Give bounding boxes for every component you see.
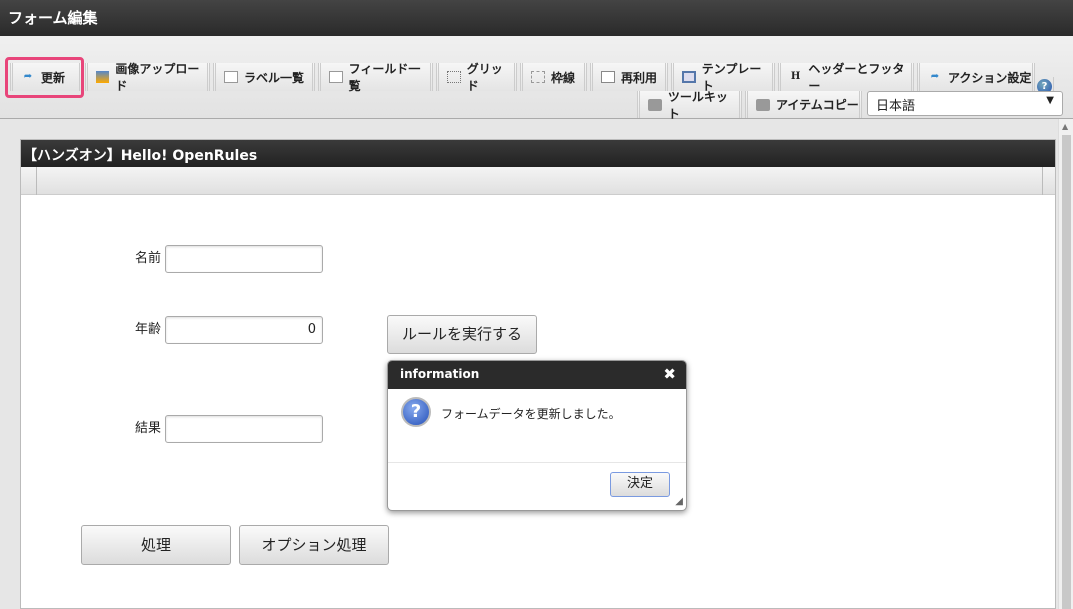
highlight-frame — [5, 57, 84, 98]
image-upload-icon — [96, 71, 110, 83]
toolbox-icon — [756, 98, 770, 111]
name-label: 名前 — [135, 251, 162, 266]
tab-action-settings[interactable]: ➦ アクション設定 — [917, 63, 1035, 91]
result-label: 結果 — [135, 421, 162, 436]
tab-field-list[interactable]: フィールド一覧 — [318, 62, 433, 93]
tab-toolkit[interactable]: ツールキット — [637, 90, 742, 121]
action-icon: ➦ — [930, 71, 940, 82]
age-input[interactable]: 0 — [165, 316, 323, 344]
tab-label-list[interactable]: ラベル一覧 — [213, 63, 315, 91]
form-title: 【ハンズオン】Hello! OpenRules — [21, 140, 1055, 167]
chevron-down-icon: ▼ — [1046, 95, 1054, 106]
resize-grip-icon[interactable]: ◢ — [675, 496, 683, 507]
tab-item-copy[interactable]: アイテムコピー — [745, 91, 862, 118]
name-input[interactable] — [165, 245, 323, 273]
tab-image-upload[interactable]: 画像アップロード — [85, 62, 210, 93]
information-dialog: information ✖ ? フォームデータを更新しました。 決定 ◢ — [387, 360, 687, 511]
dialog-message: フォームデータを更新しました。 — [441, 407, 621, 421]
age-label: 年齢 — [135, 322, 162, 337]
divider — [388, 462, 686, 463]
language-select[interactable]: 日本語 ▼ — [867, 91, 1063, 116]
frame-icon — [531, 71, 545, 83]
tab-frame[interactable]: 枠線 — [520, 63, 587, 91]
option-process-button[interactable]: オプション処理 — [239, 525, 389, 565]
result-input[interactable] — [165, 415, 323, 443]
list-icon — [329, 71, 343, 83]
run-rules-button[interactable]: ルールを実行する — [387, 315, 537, 354]
list-icon — [224, 71, 238, 83]
tab-reuse[interactable]: 再利用 — [590, 63, 668, 91]
toolbox-icon — [648, 98, 662, 111]
dialog-title: information — [388, 361, 686, 389]
close-icon[interactable]: ✖ — [663, 365, 676, 383]
form-subbar — [21, 167, 1055, 195]
scroll-up-icon[interactable]: ▲ — [1062, 122, 1068, 131]
window-title: フォーム編集 — [0, 0, 1073, 36]
tab-header-footer[interactable]: H ヘッダーとフッター — [778, 62, 914, 93]
ok-button[interactable]: 決定 — [610, 472, 670, 497]
question-icon: ? — [401, 397, 431, 427]
header-icon: H — [790, 71, 801, 82]
template-icon — [682, 71, 696, 83]
scrollbar-thumb[interactable] — [1062, 135, 1071, 609]
copy-icon — [601, 71, 615, 83]
process-button[interactable]: 処理 — [81, 525, 231, 565]
vertical-scrollbar[interactable]: ▲ — [1058, 119, 1073, 609]
tab-grid[interactable]: グリッド — [436, 62, 517, 93]
grid-icon — [447, 71, 461, 83]
